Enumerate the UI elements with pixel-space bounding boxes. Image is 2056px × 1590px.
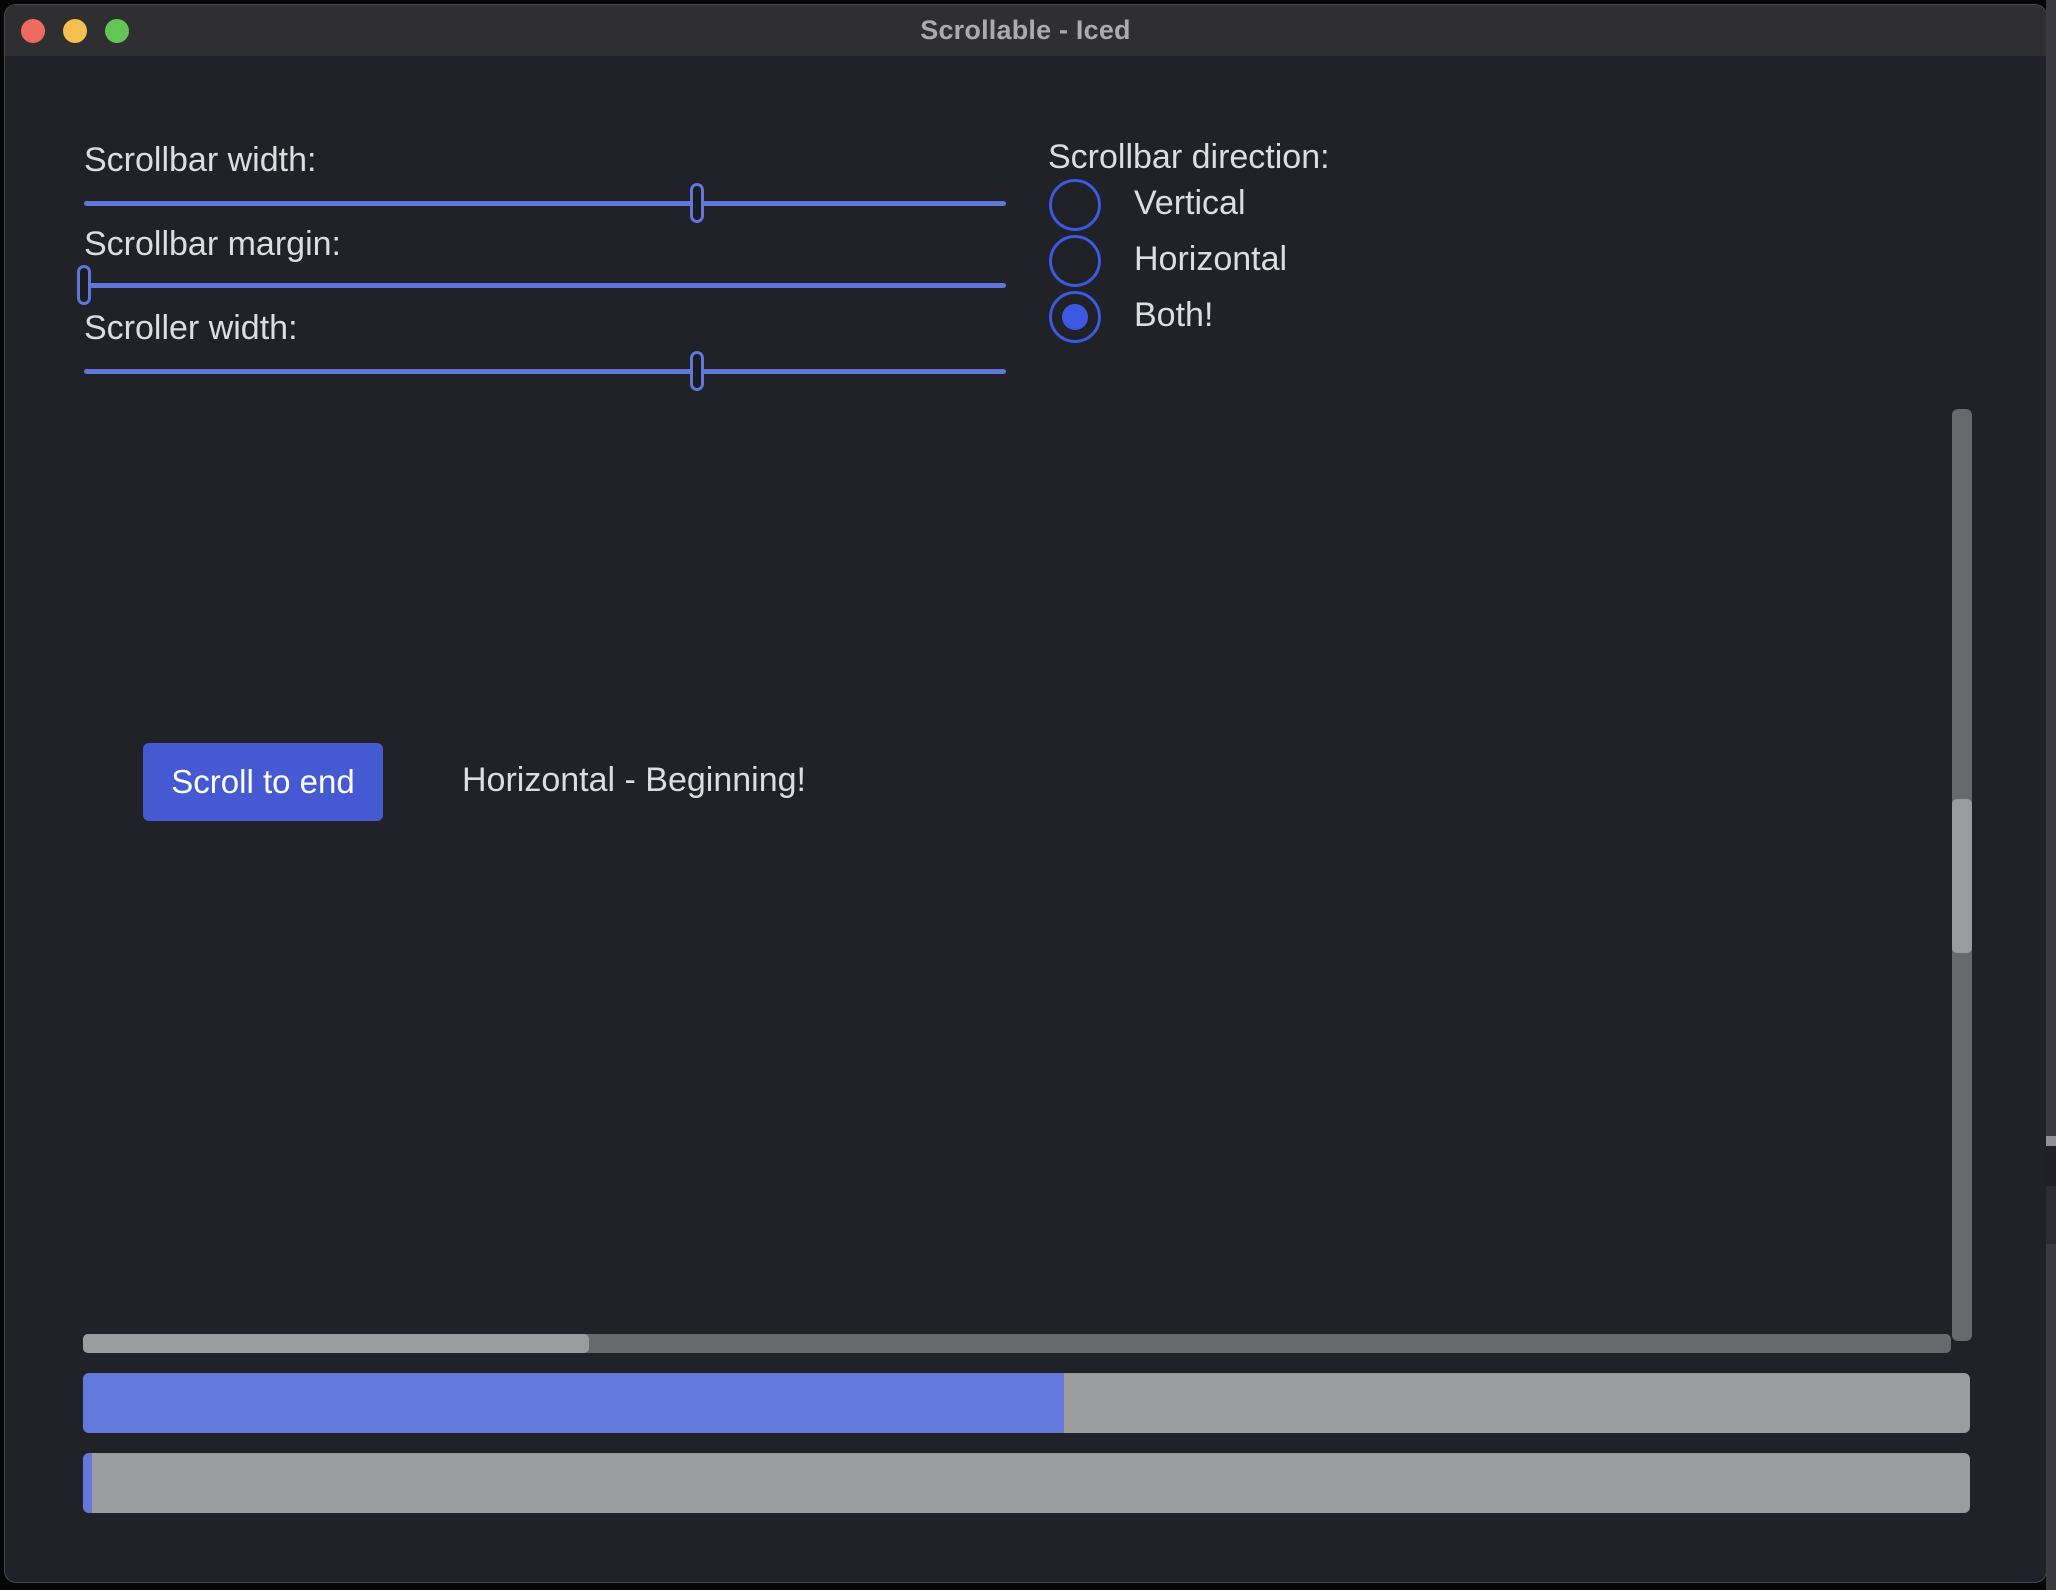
- vertical-progress-fill: [83, 1453, 92, 1513]
- horizontal-progress-bar: [83, 1373, 1970, 1433]
- titlebar: Scrollable - Iced: [5, 5, 2046, 56]
- slider-track[interactable]: [84, 201, 1006, 206]
- radio-horizontal[interactable]: [1049, 235, 1101, 287]
- slider-label: Scroller width:: [84, 309, 298, 348]
- vertical-scroller[interactable]: [1952, 799, 1972, 954]
- radio-selected-dot: [1062, 304, 1088, 330]
- vertical-progress-bar: [83, 1453, 1970, 1513]
- slider-track[interactable]: [84, 283, 1006, 288]
- horizontal-scroller[interactable]: [83, 1334, 589, 1353]
- horizontal-scrollbar-track[interactable]: [83, 1334, 1951, 1353]
- radio-label: Both!: [1134, 296, 1213, 335]
- slider-handle[interactable]: [690, 351, 704, 391]
- close-button[interactable]: [21, 19, 45, 43]
- background-right-strip: [2046, 0, 2056, 1590]
- direction-label: Scrollbar direction:: [1048, 138, 1330, 177]
- radio-both[interactable]: [1049, 291, 1101, 343]
- zoom-button[interactable]: [105, 19, 129, 43]
- minimize-button[interactable]: [63, 19, 87, 43]
- app-window: Scrollable - Iced Scrollbar width:Scroll…: [4, 4, 2047, 1583]
- scroll-to-end-button[interactable]: Scroll to end: [143, 743, 383, 821]
- slider-label: Scrollbar width:: [84, 141, 316, 180]
- status-text: Horizontal - Beginning!: [462, 761, 806, 800]
- traffic-lights: [21, 5, 129, 56]
- slider-handle[interactable]: [690, 183, 704, 223]
- radio-vertical[interactable]: [1049, 179, 1101, 231]
- content-area: Scrollbar width: Scrollbar margin: Scrolle…: [5, 56, 2046, 1582]
- slider-handle[interactable]: [77, 265, 91, 305]
- radio-label: Vertical: [1134, 184, 1246, 223]
- slider-label: Scrollbar margin:: [84, 225, 341, 264]
- slider-track[interactable]: [84, 369, 1006, 374]
- radio-label: Horizontal: [1134, 240, 1287, 279]
- horizontal-progress-fill: [83, 1373, 1064, 1433]
- window-title: Scrollable - Iced: [920, 15, 1130, 46]
- vertical-scrollbar-track[interactable]: [1952, 409, 1972, 1341]
